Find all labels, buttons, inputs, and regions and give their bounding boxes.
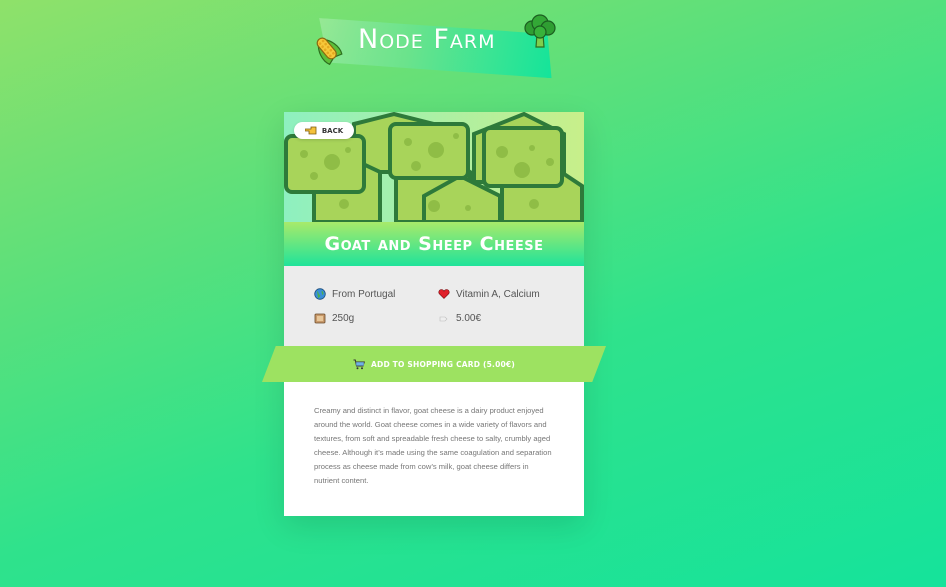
pointing-left-icon <box>304 126 317 135</box>
quantity-detail: 250g <box>314 312 354 324</box>
site-header: Node Farm <box>310 14 560 84</box>
heart-icon <box>438 289 450 299</box>
back-button[interactable]: BACK <box>294 122 354 139</box>
add-to-cart-content: ADD TO SHOPPING CARD (5.00€) <box>262 346 606 382</box>
product-card: BACK Goat and Sheep Cheese From Portugal… <box>284 112 584 516</box>
product-name: Goat and Sheep Cheese <box>324 233 544 255</box>
broccoli-icon <box>524 14 556 48</box>
globe-icon <box>314 288 326 300</box>
price-text: 5.00€ <box>456 312 482 324</box>
corn-icon <box>316 37 343 66</box>
product-description: Creamy and distinct in flavor, goat chee… <box>314 406 552 485</box>
shopping-cart-icon <box>353 359 366 369</box>
price-detail: 5.00€ <box>438 312 481 324</box>
origin-text: From Portugal <box>332 288 396 300</box>
product-details: From Portugal Vitamin A, Calcium 250g 5.… <box>284 266 584 346</box>
nutrients-text: Vitamin A, Calcium <box>456 288 540 300</box>
quantity-text: 250g <box>332 312 355 324</box>
back-label: BACK <box>321 126 344 135</box>
add-to-cart-button[interactable]: ADD TO SHOPPING CARD (5.00€) <box>262 346 606 382</box>
origin-detail: From Portugal <box>314 288 395 300</box>
site-title[interactable]: Node Farm <box>358 24 496 55</box>
package-icon <box>314 313 326 324</box>
product-image: BACK <box>284 112 584 222</box>
nutrients-detail: Vitamin A, Calcium <box>438 288 540 300</box>
product-title-band: Goat and Sheep Cheese <box>284 222 584 266</box>
add-to-cart-label: ADD TO SHOPPING CARD (5.00€) <box>371 359 515 369</box>
price-tag-icon <box>439 316 448 322</box>
